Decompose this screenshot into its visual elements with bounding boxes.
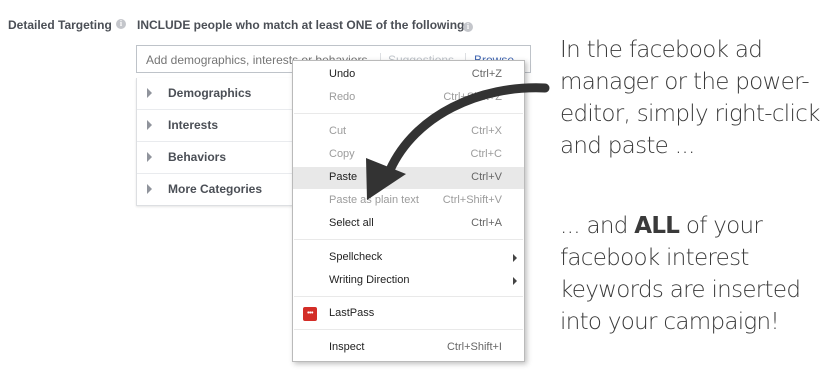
caption-line: keywords are inserted <box>560 277 801 303</box>
curved-arrow-icon <box>366 83 550 200</box>
category-item-behaviors[interactable]: Behaviors <box>137 141 306 172</box>
include-instruction-text: INCLUDE people who match at least ONE of… <box>137 18 465 32</box>
info-icon[interactable]: i <box>116 19 126 29</box>
category-item-demographics[interactable]: Demographics <box>137 78 306 109</box>
caption-line: manager or the power- <box>560 69 810 95</box>
menu-separator <box>294 239 523 240</box>
submenu-arrow-icon <box>513 277 517 285</box>
menu-item-label: Select all <box>329 217 374 229</box>
caption-text: ... and <box>560 213 635 239</box>
menu-item-inspect[interactable]: Inspect Ctrl+Shift+I <box>293 337 524 359</box>
menu-item-shortcut: Ctrl+Shift+I <box>446 341 502 353</box>
caret-right-icon <box>147 120 152 130</box>
caret-right-icon <box>147 184 152 194</box>
caption-paragraph-1: In the facebook ad manager or the power-… <box>560 34 820 162</box>
menu-item-label: LastPass <box>329 307 375 319</box>
category-label: More Categories <box>168 182 263 196</box>
caption-paragraph-2: ... and ALL of your facebook interest ke… <box>560 210 801 338</box>
caption-line: editor, simply right-click <box>560 101 820 127</box>
category-label: Interests <box>168 118 219 132</box>
detailed-targeting-label: Detailed Targeting <box>8 18 112 32</box>
menu-item-lastpass[interactable]: ••• LastPass <box>293 303 524 325</box>
menu-item-shortcut: Ctrl+A <box>471 217 502 229</box>
caption-text: of your <box>679 213 763 239</box>
caret-right-icon <box>147 152 152 162</box>
menu-separator <box>294 329 523 330</box>
submenu-arrow-icon <box>513 254 517 262</box>
caption-line: and paste ... <box>560 133 695 159</box>
lastpass-icon: ••• <box>303 307 317 321</box>
category-dropdown: Demographics Interests Behaviors More Ca… <box>136 78 306 206</box>
menu-item-label: Inspect <box>329 341 365 353</box>
menu-item-spellcheck[interactable]: Spellcheck <box>293 247 524 269</box>
menu-item-label: Spellcheck <box>329 251 383 263</box>
caption-emphasis: ALL <box>634 213 680 239</box>
category-label: Behaviors <box>168 150 227 164</box>
menu-item-label: Writing Direction <box>329 274 410 286</box>
menu-item-select-all[interactable]: Select all Ctrl+A <box>293 213 524 235</box>
caption-line: In the facebook ad <box>560 37 763 63</box>
menu-item-writing-direction[interactable]: Writing Direction <box>293 270 524 292</box>
menu-separator <box>294 296 523 297</box>
caption-line: into your campaign! <box>560 309 780 335</box>
category-item-interests[interactable]: Interests <box>137 109 306 140</box>
caption-line: ... and ALL of your <box>560 210 800 242</box>
category-label: Demographics <box>168 86 252 100</box>
info-icon[interactable]: i <box>463 22 473 32</box>
caption-line: facebook interest <box>560 245 749 271</box>
category-item-more-categories[interactable]: More Categories <box>137 173 306 204</box>
caret-right-icon <box>147 88 152 98</box>
